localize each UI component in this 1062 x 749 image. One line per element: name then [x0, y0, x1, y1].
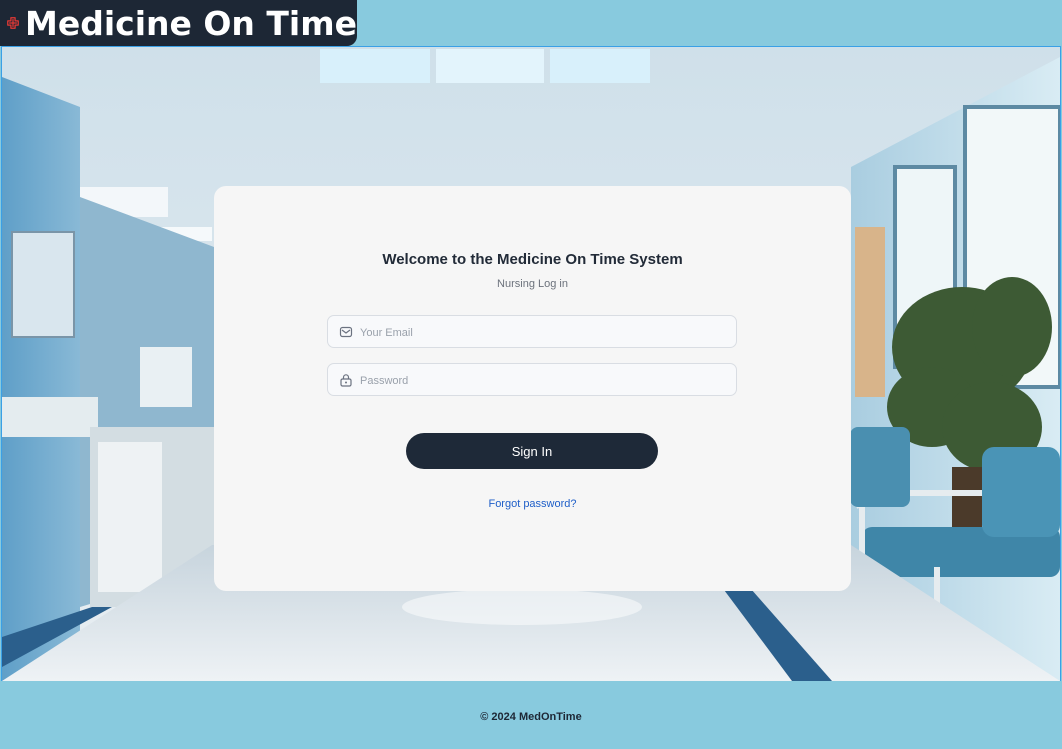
forgot-password-link[interactable]: Forgot password?: [214, 498, 851, 510]
email-field[interactable]: [327, 315, 737, 349]
brand-name: Medicine On Time: [24, 3, 357, 43]
login-title: Welcome to the Medicine On Time System: [382, 251, 683, 268]
top-bar: Medicine On Time: [0, 0, 1062, 47]
hero-background: Welcome to the Medicine On Time System N…: [1, 46, 1061, 682]
password-field[interactable]: [327, 363, 737, 397]
footer: © 2024 MedOnTime: [0, 681, 1062, 749]
copyright-text: © 2024 MedOnTime: [480, 711, 582, 723]
mail-icon: [339, 326, 353, 338]
lock-icon: [340, 374, 352, 387]
medical-cross-icon: [7, 17, 19, 29]
email-input[interactable]: [358, 316, 732, 349]
login-card: Welcome to the Medicine On Time System N…: [214, 186, 851, 591]
password-input[interactable]: [358, 364, 732, 397]
login-subtitle: Nursing Log in: [497, 278, 568, 290]
sign-in-button[interactable]: Sign In: [406, 433, 658, 469]
brand-logo[interactable]: Medicine On Time: [0, 0, 357, 46]
